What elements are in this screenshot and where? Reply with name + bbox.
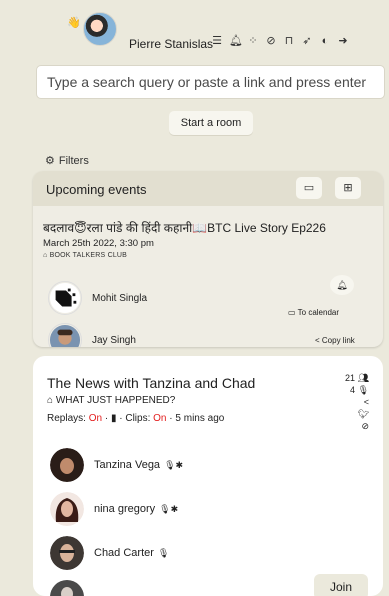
event-host[interactable]: Jay Singh bbox=[48, 323, 136, 347]
filters-label: Filters bbox=[58, 154, 89, 167]
copy-link-label: Copy link bbox=[321, 336, 355, 345]
host-name: Mohit Singla bbox=[92, 292, 148, 304]
listener-count-value: 21 bbox=[345, 373, 356, 383]
twitter-icon[interactable]: 🐦︎ bbox=[329, 409, 369, 420]
gear-icon: ⚙ bbox=[45, 155, 55, 167]
replays-value: On bbox=[88, 413, 103, 424]
add-to-calendar-label: To calendar bbox=[297, 308, 339, 317]
speaker-name: Tanzina Vega bbox=[94, 459, 161, 471]
event-title[interactable]: बदलाव😇रला पांडे की हिंदी कहानी📖BTC Live … bbox=[43, 219, 326, 236]
filters-toggle[interactable]: ⚙ Filters bbox=[45, 154, 89, 168]
room-stats: 21 👥︎ 4 🎙︎ < 🐦︎ ⊘ bbox=[329, 373, 369, 433]
share-icon[interactable]: < bbox=[329, 397, 369, 408]
separator-dot: · bbox=[169, 413, 173, 424]
speaker-badge: 🎙✱ bbox=[164, 459, 184, 470]
hide-icon[interactable]: ⊘ bbox=[329, 421, 369, 432]
event-host[interactable]: Mohit Singla bbox=[48, 281, 147, 315]
speaker-name: Chad Carter bbox=[94, 547, 154, 559]
join-button[interactable]: Join bbox=[314, 574, 368, 596]
user-avatar[interactable] bbox=[83, 12, 117, 46]
host-name: Jay Singh bbox=[92, 334, 136, 346]
speaker-avatar bbox=[50, 492, 84, 526]
event-club[interactable]: ⌂ BOOK TALKERS CLUB bbox=[43, 252, 127, 259]
speaker-row[interactable]: nina gregory 🎙✱ bbox=[50, 492, 178, 526]
room-title[interactable]: The News with Tanzina and Chad bbox=[47, 375, 255, 391]
calendar-add-icon[interactable]: ⊞ bbox=[335, 177, 361, 199]
bell-icon[interactable]: 🔔︎ bbox=[229, 35, 243, 47]
upcoming-events-title: Upcoming events bbox=[46, 182, 147, 197]
bookmark-icon[interactable]: ⊓ bbox=[283, 35, 295, 47]
calendar-icon[interactable]: ▭ bbox=[296, 177, 322, 199]
host-avatar bbox=[48, 281, 82, 315]
start-room-button[interactable]: Start a room bbox=[169, 111, 253, 135]
speaker-count: 4 🎙︎ bbox=[329, 385, 369, 396]
replays-label: Replays: bbox=[47, 413, 86, 424]
calendar-small-icon: ▭ bbox=[288, 308, 296, 317]
speaker-avatar[interactable] bbox=[50, 580, 84, 596]
share-icon: < bbox=[315, 336, 320, 345]
speaker-row[interactable]: Tanzina Vega 🎙✱ bbox=[50, 448, 183, 482]
people-icon: 👥︎ bbox=[357, 373, 369, 383]
speaker-badge: 🎙 bbox=[157, 547, 170, 558]
speaker-row[interactable]: Chad Carter 🎙 bbox=[50, 536, 169, 570]
event-date: March 25th 2022, 3:30 pm bbox=[43, 238, 154, 249]
compass-icon[interactable]: ⊘ bbox=[265, 35, 277, 47]
room-card[interactable]: The News with Tanzina and Chad ⌂ WHAT JU… bbox=[33, 356, 383, 596]
speaker-name: nina gregory bbox=[94, 503, 156, 515]
home-icon: ⌂ bbox=[47, 395, 54, 406]
room-time: 5 mins ago bbox=[175, 413, 225, 424]
upcoming-events-panel: Upcoming events ▭ ⊞ बदलाव😇रला पांडे की ह… bbox=[33, 171, 383, 347]
bookmark-icon: ▮ bbox=[110, 413, 117, 424]
separator-dot: · bbox=[119, 413, 123, 424]
clips-value: On bbox=[153, 413, 167, 424]
search-input[interactable] bbox=[36, 65, 385, 99]
speaker-avatar bbox=[50, 448, 84, 482]
event-reminder-bell-icon[interactable]: 🔔︎ bbox=[330, 275, 354, 295]
upcoming-events-header[interactable]: Upcoming events ▭ ⊞ bbox=[33, 171, 383, 206]
logout-icon[interactable]: ➜ bbox=[337, 35, 349, 47]
host-avatar bbox=[48, 323, 82, 347]
theme-toggle-icon[interactable]: ◐ bbox=[319, 35, 331, 47]
copy-link-button[interactable]: < Copy link bbox=[315, 336, 355, 345]
event-club-name: BOOK TALKERS CLUB bbox=[49, 252, 128, 259]
clips-label: Clips: bbox=[125, 413, 151, 424]
sliders-icon[interactable]: ☰ bbox=[211, 35, 223, 47]
room-club-name: WHAT JUST HAPPENED? bbox=[55, 395, 176, 406]
header-icon-row: ☰ 🔔︎ ⁘ ⊘ ⊓ ➶ ◐ ➜ bbox=[211, 35, 349, 47]
send-icon[interactable]: ➶ bbox=[301, 35, 313, 47]
home-icon: ⌂ bbox=[43, 252, 48, 259]
room-meta: Replays: On · ▮ · Clips: On · 5 mins ago bbox=[47, 413, 224, 424]
app-root: 👋 Pierre Stanislas ☰ 🔔︎ ⁘ ⊘ ⊓ ➶ ◐ ➜ Star… bbox=[0, 0, 389, 596]
user-name[interactable]: Pierre Stanislas bbox=[129, 37, 213, 51]
speaker-avatar bbox=[50, 536, 84, 570]
spinner-dots-icon[interactable]: ⁘ bbox=[247, 35, 259, 47]
listener-count: 21 👥︎ bbox=[329, 373, 369, 384]
add-to-calendar-link[interactable]: ▭ To calendar bbox=[288, 308, 339, 317]
speaker-badge: 🎙✱ bbox=[159, 503, 179, 514]
speaker-count-value: 4 bbox=[350, 385, 356, 395]
wave-emoji: 👋 bbox=[67, 17, 81, 29]
separator-dot: · bbox=[104, 413, 109, 424]
mic-icon: 🎙︎ bbox=[357, 385, 369, 395]
room-subtitle[interactable]: ⌂ WHAT JUST HAPPENED? bbox=[47, 395, 175, 406]
